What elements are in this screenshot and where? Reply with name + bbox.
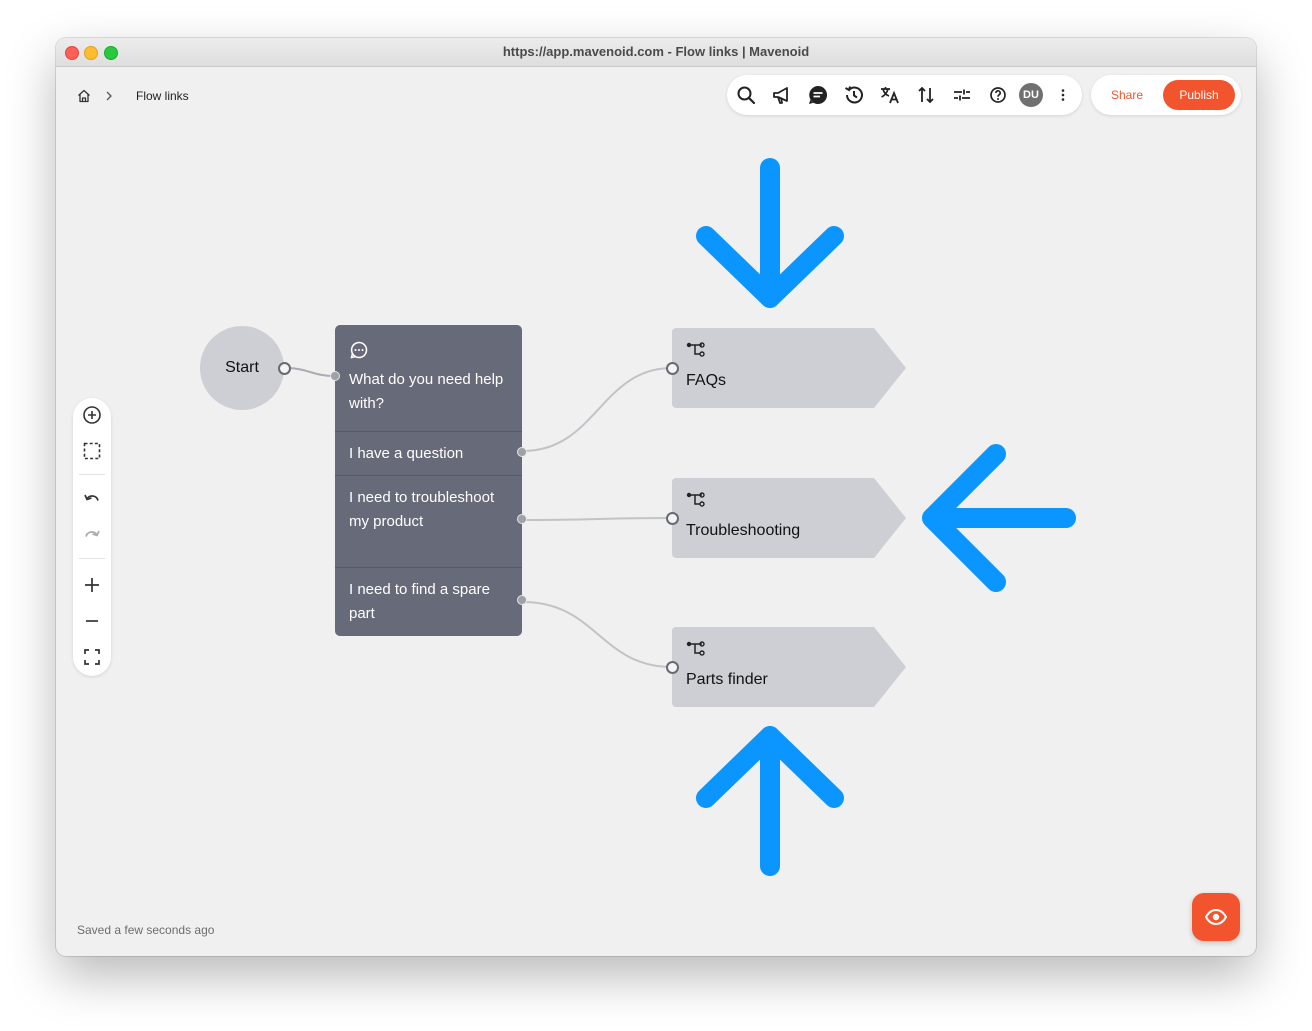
help-icon[interactable] [987, 84, 1009, 106]
flow-link-input-port[interactable] [666, 512, 679, 525]
option-output-port[interactable] [517, 447, 527, 457]
eye-icon [1204, 908, 1228, 926]
start-label: Start [225, 359, 259, 376]
option-output-port[interactable] [517, 514, 527, 524]
option-label: I need to troubleshoot my product [349, 489, 495, 530]
chat-bubble-icon [350, 341, 368, 359]
question-text: What do you need help with? [349, 371, 504, 412]
question-input-port[interactable] [330, 371, 340, 381]
fit-screen-icon[interactable] [81, 646, 103, 668]
translate-icon[interactable] [879, 84, 901, 106]
flow-link-node-troubleshooting[interactable]: Troubleshooting [666, 478, 906, 558]
flow-link-icon [686, 641, 705, 656]
question-node[interactable]: What do you need help with? I have a que… [330, 325, 527, 637]
flow-link-input-port[interactable] [666, 362, 679, 375]
flow-link-label: Troubleshooting [686, 522, 801, 539]
flow-link-icon [686, 342, 705, 357]
megaphone-icon[interactable] [771, 84, 793, 106]
flow-link-input-port[interactable] [666, 661, 679, 674]
connection-start-question [285, 367, 336, 377]
chat-icon[interactable] [807, 84, 829, 106]
question-header: What do you need help with? [335, 325, 522, 431]
publish-actions: Share Publish [1091, 75, 1241, 115]
question-option[interactable]: I have a question [335, 431, 527, 476]
question-option[interactable]: I need to troubleshoot my product [335, 475, 527, 568]
zoom-out-icon[interactable] [81, 610, 103, 632]
connection-parts [522, 601, 673, 668]
flow-link-label: FAQs [686, 372, 727, 389]
avatar[interactable]: DU [1019, 83, 1043, 107]
save-status: Saved a few seconds ago [77, 923, 215, 937]
arrow-left-icon [922, 444, 1076, 592]
breadcrumb: Flow links [76, 86, 189, 106]
chevron-right-icon [106, 91, 112, 101]
node-shape [672, 627, 906, 707]
history-icon[interactable] [843, 84, 865, 106]
start-node[interactable]: Start [200, 326, 284, 410]
publish-button[interactable]: Publish [1163, 80, 1235, 110]
connection-troubleshoot [522, 517, 673, 521]
breadcrumb-current[interactable]: Flow links [136, 89, 189, 103]
share-button[interactable]: Share [1099, 80, 1155, 110]
option-output-port[interactable] [517, 595, 527, 605]
undo-icon[interactable] [81, 488, 103, 510]
start-output-port[interactable] [278, 362, 291, 375]
add-circle-icon[interactable] [81, 404, 103, 426]
node-shape [672, 328, 906, 408]
flow-link-icon [686, 492, 705, 507]
canvas-tools [73, 398, 111, 676]
arrow-down-icon [696, 158, 844, 308]
editor-toolbar: DU [727, 75, 1082, 115]
flow-link-node-parts-finder[interactable]: Parts finder [666, 627, 906, 707]
option-label: I need to find a spare part [349, 581, 490, 622]
redo-icon[interactable] [81, 524, 103, 546]
sort-icon[interactable] [915, 84, 937, 106]
zoom-in-icon[interactable] [81, 574, 103, 596]
home-icon[interactable] [76, 88, 92, 104]
arrow-up-icon [696, 726, 844, 876]
preview-button[interactable] [1192, 893, 1240, 941]
flow-link-node-faqs[interactable]: FAQs [666, 328, 906, 408]
search-icon[interactable] [735, 84, 757, 106]
node-shape [672, 478, 906, 558]
option-label: I have a question [349, 445, 464, 462]
settings-sliders-icon[interactable] [951, 84, 973, 106]
browser-window: https://app.mavenoid.com - Flow links | … [56, 38, 1256, 956]
flow-link-label: Parts finder [686, 671, 768, 688]
question-option[interactable]: I need to find a spare part [335, 567, 527, 637]
connection-question-faqs [522, 367, 673, 452]
toolbar-divider [79, 558, 105, 559]
flow-canvas[interactable]: Start What do you need help with? I have… [56, 38, 1256, 956]
select-area-icon[interactable] [81, 440, 103, 462]
toolbar-divider [79, 474, 105, 475]
more-icon[interactable] [1052, 84, 1074, 106]
